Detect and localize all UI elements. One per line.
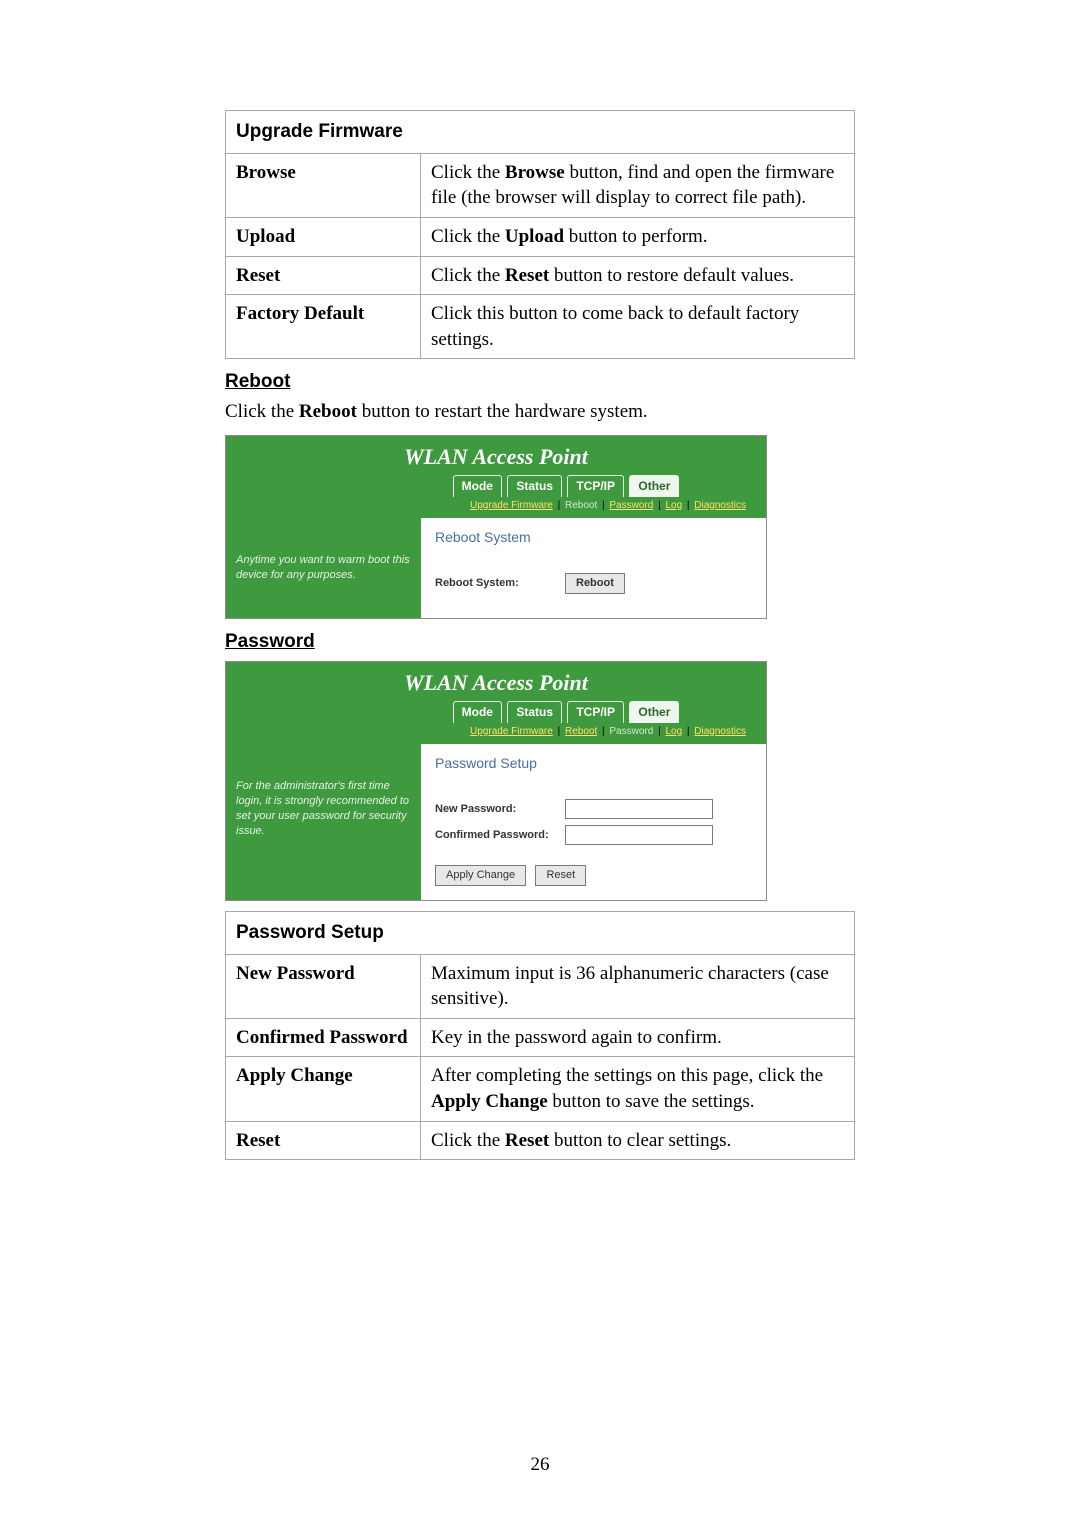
- row-upload-key: Upload: [226, 217, 421, 256]
- tab-other-2[interactable]: Other: [629, 701, 679, 722]
- reboot-button[interactable]: Reboot: [565, 573, 625, 594]
- new-password-input[interactable]: [565, 799, 713, 819]
- tab-mode[interactable]: Mode: [453, 475, 502, 496]
- reboot-content-title: Reboot System: [435, 528, 752, 547]
- sublink-upgrade-2[interactable]: Upgrade Firmware: [470, 726, 553, 737]
- banner-title: WLAN Access Point: [226, 436, 766, 474]
- row-reset2-desc: Click the Reset button to clear settings…: [421, 1121, 855, 1160]
- row-factory-desc: Click this button to come back to defaul…: [421, 295, 855, 359]
- row-apply-key: Apply Change: [226, 1057, 421, 1121]
- tab-status-2[interactable]: Status: [507, 701, 562, 722]
- tab-tcpip[interactable]: TCP/IP: [567, 475, 624, 496]
- sublink-diagnostics-2[interactable]: Diagnostics: [694, 726, 746, 737]
- reboot-system-label: Reboot System:: [435, 576, 565, 591]
- reboot-side-note: Anytime you want to warm boot this devic…: [226, 518, 421, 618]
- confirmed-password-input[interactable]: [565, 825, 713, 845]
- row-confpw-desc: Key in the password again to confirm.: [421, 1018, 855, 1057]
- sublink-log-2[interactable]: Log: [665, 726, 682, 737]
- reboot-paragraph: Click the Reboot button to restart the h…: [225, 399, 855, 425]
- reboot-screenshot: WLAN Access Point Mode Status TCP/IP Oth…: [225, 435, 767, 619]
- password-setup-table: Password Setup New Password Maximum inpu…: [225, 911, 855, 1160]
- reset-button[interactable]: Reset: [535, 865, 586, 886]
- row-browse-key: Browse: [226, 153, 421, 217]
- password-heading: Password: [225, 629, 855, 655]
- reboot-heading: Reboot: [225, 369, 855, 395]
- tab-tcpip-2[interactable]: TCP/IP: [567, 701, 624, 722]
- sublink-row-2: Upgrade Firmware | Reboot | Password | L…: [226, 723, 766, 745]
- row-reset2-key: Reset: [226, 1121, 421, 1160]
- upgrade-firmware-table: Upgrade Firmware Browse Click the Browse…: [225, 110, 855, 359]
- sublink-reboot-2[interactable]: Reboot: [565, 726, 597, 737]
- confirmed-password-label: Confirmed Password:: [435, 828, 565, 843]
- row-newpw-key: New Password: [226, 954, 421, 1018]
- row-reset-desc: Click the Reset button to restore defaul…: [421, 256, 855, 295]
- row-factory-key: Factory Default: [226, 295, 421, 359]
- row-apply-desc: After completing the settings on this pa…: [421, 1057, 855, 1121]
- page-number: 26: [50, 1452, 1030, 1478]
- sublink-diagnostics[interactable]: Diagnostics: [694, 500, 746, 511]
- row-upload-desc: Click the Upload button to perform.: [421, 217, 855, 256]
- tab-mode-2[interactable]: Mode: [453, 701, 502, 722]
- tab-row: Mode Status TCP/IP Other: [226, 473, 766, 496]
- sublink-reboot[interactable]: Reboot: [565, 500, 597, 511]
- row-confpw-key: Confirmed Password: [226, 1018, 421, 1057]
- sublink-password[interactable]: Password: [609, 500, 653, 511]
- banner-title-2: WLAN Access Point: [226, 662, 766, 700]
- tab-status[interactable]: Status: [507, 475, 562, 496]
- apply-change-button[interactable]: Apply Change: [435, 865, 526, 886]
- tab-row-2: Mode Status TCP/IP Other: [226, 699, 766, 722]
- row-browse-desc: Click the Browse button, find and open t…: [421, 153, 855, 217]
- password-content-title: Password Setup: [435, 754, 752, 773]
- password-side-note: For the administrator's first time login…: [226, 744, 421, 900]
- password-screenshot: WLAN Access Point Mode Status TCP/IP Oth…: [225, 661, 767, 901]
- sublink-log[interactable]: Log: [665, 500, 682, 511]
- sublink-upgrade[interactable]: Upgrade Firmware: [470, 500, 553, 511]
- sublink-row: Upgrade Firmware | Reboot | Password | L…: [226, 497, 766, 519]
- sublink-password-2[interactable]: Password: [609, 726, 653, 737]
- upgrade-firmware-title: Upgrade Firmware: [226, 111, 855, 154]
- new-password-label: New Password:: [435, 802, 565, 817]
- row-reset-key: Reset: [226, 256, 421, 295]
- row-newpw-desc: Maximum input is 36 alphanumeric charact…: [421, 954, 855, 1018]
- tab-other[interactable]: Other: [629, 475, 679, 496]
- password-setup-title: Password Setup: [226, 911, 855, 954]
